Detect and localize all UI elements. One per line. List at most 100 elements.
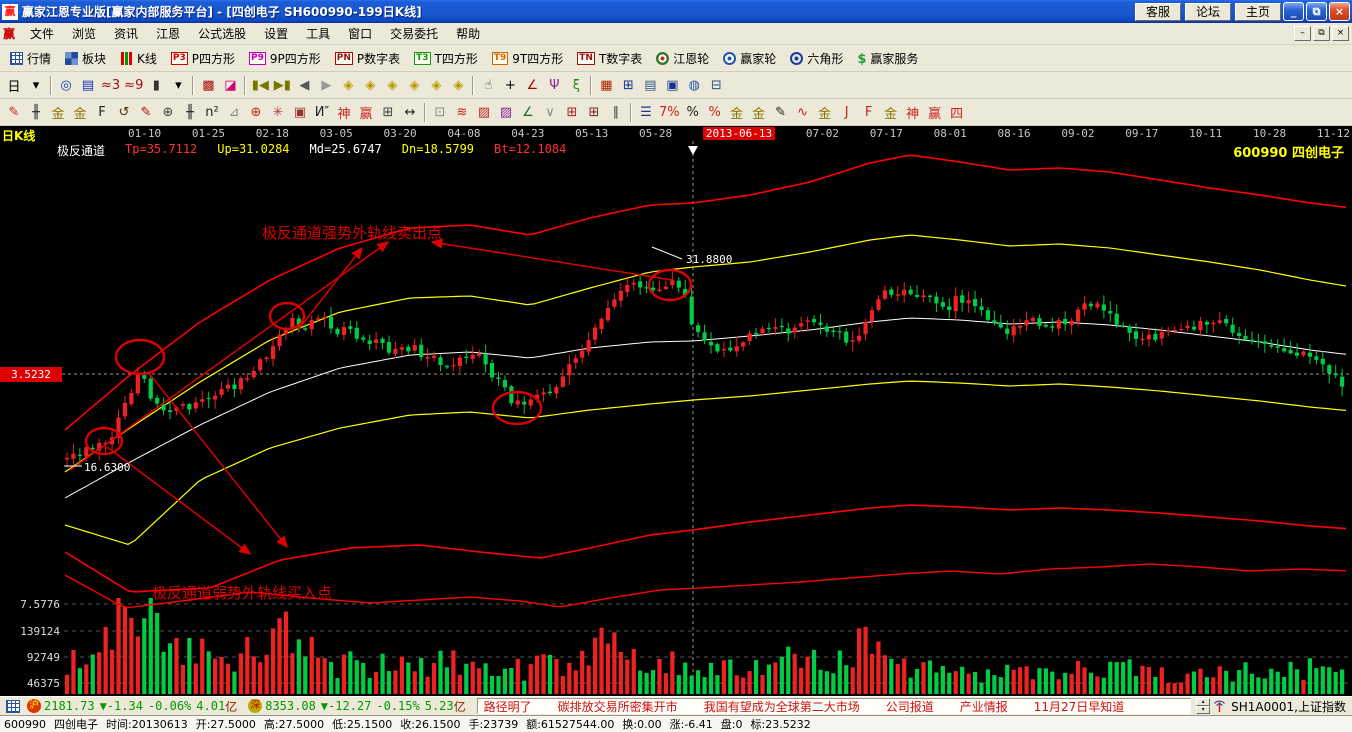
starburst-tool[interactable]: ✳ (267, 102, 289, 123)
measure-tool[interactable]: ↔ (399, 102, 421, 123)
last-bar-button[interactable]: ▶▮ (271, 75, 293, 96)
news-item[interactable]: 公司报道 (886, 698, 934, 714)
target-circle-tool[interactable]: ⊕ (245, 102, 267, 123)
news-item[interactable]: 碳排放交易所密集开市 (558, 698, 678, 714)
kline-chart-canvas[interactable]: 31.880016.6300极反通道强势外轨线卖出点极反通道弱势外轨线买入点7.… (0, 126, 1352, 696)
tool-行情[interactable]: 行情 (3, 48, 58, 69)
square-target-tool[interactable]: ▣ (289, 102, 311, 123)
parallel-lines-tool[interactable]: ∥ (605, 102, 627, 123)
ticker-scroll-up-button[interactable]: ▴ (1196, 698, 1210, 706)
restore-button[interactable]: ⧉ (1306, 2, 1327, 21)
volume-profile-button[interactable]: ◪ (219, 75, 241, 96)
shen-grid-tool[interactable]: 神 (333, 102, 355, 123)
candle-style-dropdown[interactable]: ▾ (167, 75, 189, 96)
save-button[interactable]: ▣ (661, 75, 683, 96)
ruler-grid-tool[interactable]: ⊞ (377, 102, 399, 123)
fibonacci-grid-tool[interactable]: F (91, 102, 113, 123)
red-grid2-tool[interactable]: ⊞ (583, 102, 605, 123)
current-index-label[interactable]: SH1A0001,上证指数 (1231, 698, 1346, 715)
percent-tool[interactable]: % (682, 102, 704, 123)
first-bar-button[interactable]: ▮◀ (249, 75, 271, 96)
gold-underline-tool[interactable]: 金 (814, 102, 836, 123)
calculator-button[interactable]: ⊞ (617, 75, 639, 96)
gold-angle-tool[interactable]: 金 (880, 102, 902, 123)
tool-9T四方形[interactable]: T99T四方形 (485, 48, 570, 69)
gann-diamond-right[interactable]: ◈ (359, 75, 381, 96)
tool-赢家服务[interactable]: $赢家服务 (850, 48, 925, 69)
mdi-restore-button[interactable]: ⧉ (1313, 26, 1330, 41)
purple-grid-tool[interactable]: ▨ (495, 102, 517, 123)
menu-item-浏览[interactable]: 浏览 (63, 23, 105, 44)
menu-item-江恩[interactable]: 江恩 (147, 23, 189, 44)
next-bar-button[interactable]: ▶ (315, 75, 337, 96)
f-angle-tool[interactable]: F (858, 102, 880, 123)
gann-shape-tool[interactable]: Ψ (543, 75, 565, 96)
j-angle-tool[interactable]: J (836, 102, 858, 123)
spiral-tool[interactable]: ↺ (113, 102, 135, 123)
period-dropdown[interactable]: ▾ (25, 75, 47, 96)
info-board-button[interactable]: ▤ (77, 75, 99, 96)
minimize-button[interactable]: _ (1283, 2, 1304, 21)
crosshair-tool[interactable]: + (499, 75, 521, 96)
titlebar-button-论坛[interactable]: 论坛 (1185, 3, 1231, 21)
menu-item-资讯[interactable]: 资讯 (105, 23, 147, 44)
chart-area[interactable]: 31.880016.6300极反通道强势外轨线卖出点极反通道弱势外轨线买入点7.… (0, 126, 1352, 696)
gold-circle-tool[interactable]: 金 (726, 102, 748, 123)
menu-item-设置[interactable]: 设置 (255, 23, 297, 44)
menu-item-工具[interactable]: 工具 (297, 23, 339, 44)
mdi-minimize-button[interactable]: – (1294, 26, 1311, 41)
angle-line-tool[interactable]: ∠ (521, 75, 543, 96)
comb2-tool[interactable]: ╫ (179, 102, 201, 123)
news-item[interactable]: 我国有望成为全球第二大市场 (704, 698, 860, 714)
percent-strike-tool[interactable]: 7% (657, 102, 682, 123)
flag-tool[interactable]: ⊿ (223, 102, 245, 123)
gann-diamond-left[interactable]: ◈ (337, 75, 359, 96)
hand-tool[interactable]: ☝ (477, 75, 499, 96)
win-angle-tool[interactable]: 赢 (924, 102, 946, 123)
tool-江恩轮[interactable]: 江恩轮 (649, 48, 716, 69)
tool-K线[interactable]: K线 (113, 48, 164, 69)
tool-9P四方形[interactable]: P99P四方形 (242, 48, 328, 69)
fractal-tool[interactable]: ξ (565, 75, 587, 96)
tool-P四方形[interactable]: P3P四方形 (164, 48, 242, 69)
tool-T四方形[interactable]: T3T四方形 (407, 48, 485, 69)
gann-diamond-h[interactable]: ◈ (381, 75, 403, 96)
menu-item-帮助[interactable]: 帮助 (447, 23, 489, 44)
ticker-scroll-down-button[interactable]: ▾ (1196, 706, 1210, 714)
print-button[interactable]: ⊟ (705, 75, 727, 96)
news-item[interactable]: 产业情报 (960, 698, 1008, 714)
menu-item-文件[interactable]: 文件 (21, 23, 63, 44)
comb-grid-tool[interactable]: ╫ (25, 102, 47, 123)
pencil-measure-tool[interactable]: ✎ (770, 102, 792, 123)
red-pencil-tool[interactable]: ✎ (135, 102, 157, 123)
si-angle-tool[interactable]: 四 (946, 102, 968, 123)
menu-item-公式选股[interactable]: 公式选股 (189, 23, 255, 44)
box-select-tool[interactable]: ⊡ (429, 102, 451, 123)
wave-channel-tool[interactable]: ∿ (792, 102, 814, 123)
wave-3-tool[interactable]: ≈3 (99, 75, 122, 96)
green-angle-tool[interactable]: ∠ (517, 102, 539, 123)
titlebar-button-主页[interactable]: 主页 (1235, 3, 1281, 21)
menu-item-窗口[interactable]: 窗口 (339, 23, 381, 44)
prev-bar-button[interactable]: ◀ (293, 75, 315, 96)
wave-9-tool[interactable]: ≈9 (122, 75, 145, 96)
levels-tool[interactable]: ☰ (635, 102, 657, 123)
mdi-close-button[interactable]: × (1332, 26, 1349, 41)
gann-diamond-star[interactable]: ◈ (425, 75, 447, 96)
news-item[interactable]: 路径明了 (484, 698, 532, 714)
pencil-tool[interactable]: ✎ (3, 102, 25, 123)
tool-P数字表[interactable]: PNP数字表 (328, 48, 407, 69)
period-day-button[interactable]: 日 (3, 75, 25, 96)
win-grid-tool[interactable]: 赢 (355, 102, 377, 123)
gann-diamond-x[interactable]: ◈ (403, 75, 425, 96)
close-button[interactable]: × (1329, 2, 1350, 21)
fan-lines-tool[interactable]: ≋ (451, 102, 473, 123)
menu-item-交易委托[interactable]: 交易委托 (381, 23, 447, 44)
fan-grid-tool[interactable]: ▨ (473, 102, 495, 123)
red-grid-tool[interactable]: ⊞ (561, 102, 583, 123)
candle-style-tool[interactable]: ▮ (145, 75, 167, 96)
notes-button[interactable]: ▤ (639, 75, 661, 96)
gold-grid2-tool[interactable]: 金 (69, 102, 91, 123)
percent-line-tool[interactable]: % (704, 102, 726, 123)
titlebar-button-客服[interactable]: 客服 (1135, 3, 1181, 21)
